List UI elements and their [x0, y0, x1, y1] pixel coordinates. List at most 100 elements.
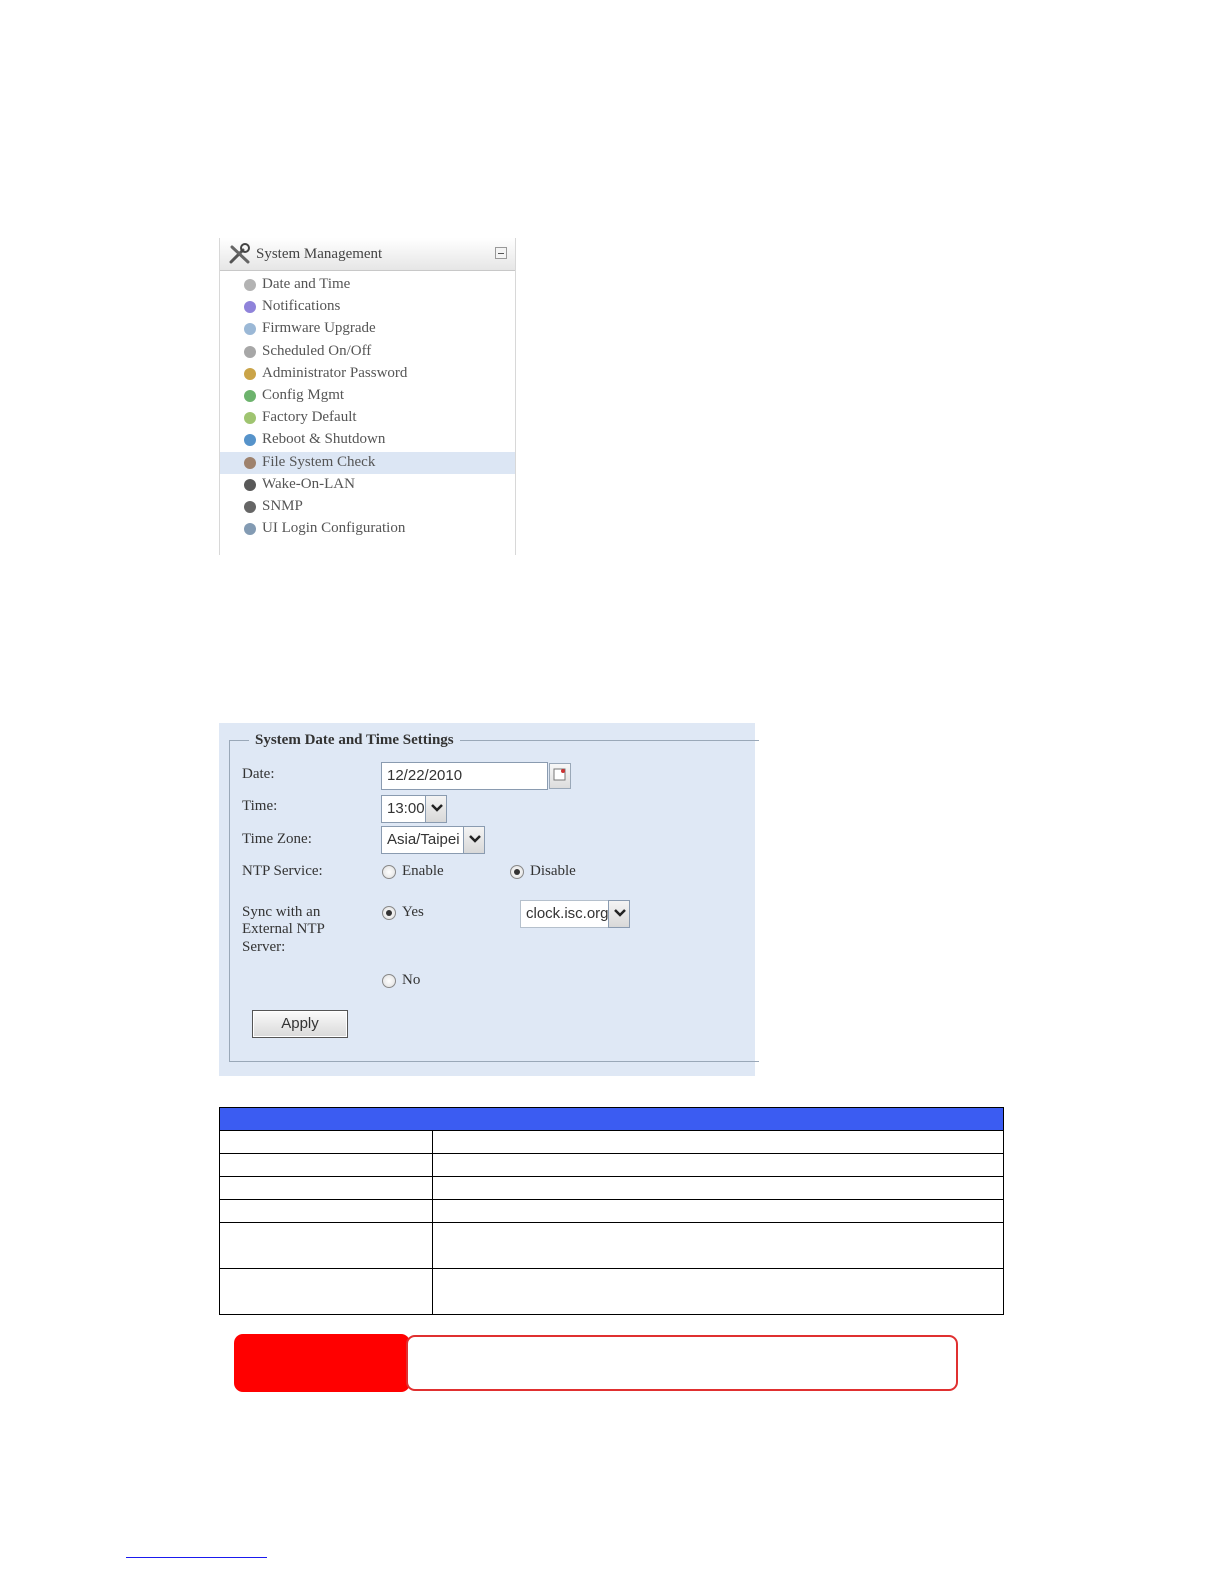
- firmware-icon: [244, 323, 256, 336]
- table-row: [219, 1153, 1004, 1177]
- tools-icon: [229, 243, 250, 264]
- table-row: [219, 1268, 1004, 1315]
- table-cell-description: [432, 1153, 1004, 1177]
- table-cell-item: [219, 1176, 433, 1200]
- menu-item[interactable]: Firmware Upgrade: [220, 318, 515, 340]
- table-row: [219, 1199, 1004, 1223]
- sync-label-line3: Server:: [242, 939, 286, 955]
- table-cell-item: [219, 1199, 433, 1223]
- menu-item[interactable]: File System Check: [220, 451, 515, 474]
- calendar-icon: [553, 768, 566, 781]
- sync-yes-label: Yes: [402, 904, 424, 920]
- menu-item[interactable]: SNMP: [220, 496, 515, 518]
- date-time-settings-panel: System Date and Time Settings Date: 12/2…: [219, 723, 759, 1076]
- ntp-disable-radio[interactable]: [510, 865, 524, 879]
- menu-title: System Management: [256, 246, 383, 262]
- time-value: 13:00: [387, 800, 425, 817]
- ntp-server-value: clock.isc.org: [526, 905, 609, 922]
- sync-label-line1: Sync with an: [242, 904, 321, 920]
- settings-legend: System Date and Time Settings: [249, 732, 460, 749]
- schedule-icon: [244, 345, 256, 358]
- table-cell-item: [219, 1268, 433, 1315]
- timezone-dropdown-arrow[interactable]: [463, 826, 485, 854]
- date-input[interactable]: 12/22/2010: [381, 762, 548, 790]
- ntp-server-select[interactable]: clock.isc.org: [520, 900, 630, 928]
- table-cell-description: [432, 1130, 1004, 1154]
- table-cell-description: [432, 1176, 1004, 1200]
- ntp-enable-radio[interactable]: [382, 865, 396, 879]
- date-value: 12/22/2010: [387, 767, 463, 784]
- menu-item[interactable]: Wake-On-LAN: [220, 474, 515, 496]
- table-cell-item: [219, 1130, 433, 1154]
- ntp-server-dropdown-arrow[interactable]: [608, 900, 630, 928]
- clock-icon: [244, 279, 256, 291]
- chevron-down-icon: [614, 909, 626, 917]
- menu-item-label: Firmware Upgrade: [262, 320, 376, 337]
- menu-item-label: Date and Time: [262, 276, 351, 292]
- table-cell-description: [432, 1222, 1004, 1269]
- footnote-rule: [126, 1557, 267, 1558]
- menu-list: Date and Time Notifications Firmware Upgra…: [220, 274, 515, 540]
- menu-item[interactable]: UI Login Configuration: [220, 518, 515, 540]
- table-cell-description: [432, 1268, 1004, 1315]
- menu-item[interactable]: Date and Time: [220, 274, 515, 296]
- notification-icon: [244, 301, 256, 314]
- table-row: [219, 1130, 1004, 1154]
- table-header-row: [219, 1107, 1004, 1131]
- system-management-menu: System Management Date and Time Notificat…: [219, 238, 516, 555]
- menu-item[interactable]: Notifications: [220, 296, 515, 318]
- menu-item[interactable]: Reboot & Shutdown: [220, 429, 515, 451]
- menu-item-label: Factory Default: [262, 409, 357, 426]
- menu-item-label: File System Check: [262, 453, 376, 470]
- ntp-disable-label: Disable: [530, 863, 576, 879]
- network-icon: [244, 500, 256, 513]
- menu-header[interactable]: System Management: [220, 238, 515, 271]
- date-label: Date:: [242, 766, 275, 782]
- menu-item-label: SNMP: [262, 497, 303, 514]
- note-box: [406, 1335, 958, 1391]
- power-icon: [244, 434, 256, 447]
- login-config-icon: [244, 523, 256, 536]
- time-label: Time:: [242, 798, 278, 814]
- menu-item[interactable]: Administrator Password: [220, 363, 515, 385]
- collapse-icon[interactable]: [495, 247, 507, 259]
- ntp-enable-label: Enable: [402, 863, 444, 879]
- table-cell-description: [432, 1199, 1004, 1223]
- menu-item-label: Notifications: [262, 298, 341, 315]
- sync-no-label: No: [402, 972, 421, 988]
- timezone-label: Time Zone:: [242, 831, 312, 847]
- description-table: [219, 1107, 1004, 1315]
- apply-button[interactable]: Apply: [252, 1010, 348, 1038]
- menu-item-label: Reboot & Shutdown: [262, 431, 386, 448]
- sync-label-line2: External NTP: [242, 921, 325, 937]
- table-cell-item: [219, 1222, 433, 1269]
- menu-item-label: Wake-On-LAN: [262, 475, 355, 492]
- chevron-down-icon: [469, 835, 481, 843]
- timezone-select[interactable]: Asia/Taipei: [381, 826, 485, 854]
- timezone-value: Asia/Taipei: [387, 831, 460, 848]
- menu-item[interactable]: Factory Default: [220, 407, 515, 429]
- menu-item-label: Scheduled On/Off: [262, 342, 372, 359]
- config-icon: [244, 389, 256, 402]
- sync-yes-radio[interactable]: [382, 906, 396, 920]
- calendar-button[interactable]: [549, 763, 571, 789]
- admin-user-icon: [244, 367, 256, 380]
- note-tag: [234, 1334, 410, 1392]
- menu-item[interactable]: Config Mgmt: [220, 385, 515, 407]
- ntp-service-label: NTP Service:: [242, 863, 323, 879]
- time-dropdown-arrow[interactable]: [425, 795, 447, 823]
- factory-default-icon: [244, 412, 256, 425]
- table-row: [219, 1176, 1004, 1200]
- table-header-cell: [219, 1107, 1004, 1131]
- menu-item-label: UI Login Configuration: [262, 520, 406, 537]
- sync-no-radio[interactable]: [382, 974, 396, 988]
- menu-item[interactable]: Scheduled On/Off: [220, 341, 515, 363]
- menu-item-label: Config Mgmt: [262, 386, 345, 403]
- table-row: [219, 1222, 1004, 1269]
- disk-check-icon: [244, 456, 256, 469]
- menu-item-label: Administrator Password: [262, 364, 408, 381]
- table-cell-item: [219, 1153, 433, 1177]
- wake-on-lan-icon: [244, 478, 256, 491]
- chevron-down-icon: [431, 804, 443, 812]
- time-select[interactable]: 13:00: [381, 795, 447, 823]
